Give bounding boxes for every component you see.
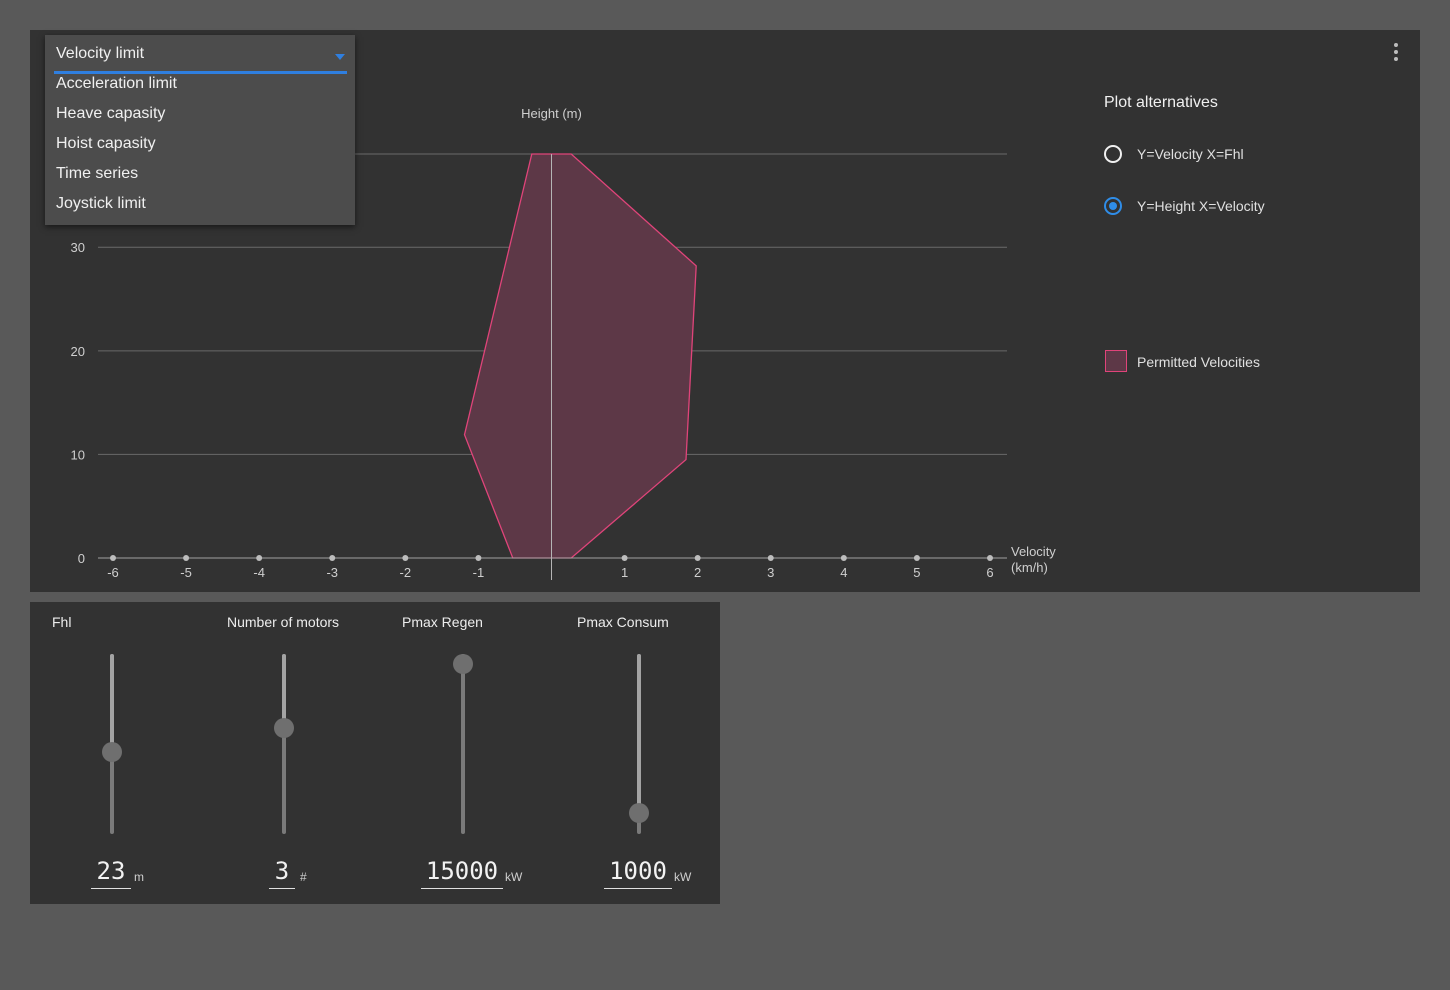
x-tick-label: 1 xyxy=(621,565,628,580)
radio-height-velocity[interactable]: Y=Height X=Velocity xyxy=(1104,196,1404,220)
x-tick-marker xyxy=(475,555,482,561)
x-tick-marker xyxy=(913,555,920,561)
x-tick-label: 3 xyxy=(767,565,774,580)
radio-label: Y=Velocity X=Fhl xyxy=(1137,146,1244,162)
radio-label: Y=Height X=Velocity xyxy=(1137,198,1265,214)
param-unit: # xyxy=(300,870,307,884)
regen-slider-thumb[interactable] xyxy=(453,654,473,674)
consum-slider-thumb[interactable] xyxy=(629,802,649,823)
param-title: Pmax Consum xyxy=(577,614,669,630)
x-tick-marker xyxy=(987,555,993,561)
x-tick-marker xyxy=(694,555,701,561)
param-unit: m xyxy=(134,870,144,884)
x-tick-marker xyxy=(621,555,628,561)
plot-alternatives-title: Plot alternatives xyxy=(1104,94,1218,111)
legend-swatch xyxy=(1105,350,1127,372)
x-tick-label: -4 xyxy=(253,565,265,580)
parameter-panel: Fhl 23 m Number of motors 3 # Pmax Regen… xyxy=(30,602,720,904)
param-pmax-consum: Pmax Consum 1000 kW xyxy=(555,602,725,904)
more-vert-icon[interactable] xyxy=(1386,40,1406,64)
radio-button-icon[interactable] xyxy=(1104,197,1122,215)
x-tick-marker xyxy=(256,555,263,561)
arrow-drop-down-icon[interactable] xyxy=(335,54,345,60)
x-tick-label: -6 xyxy=(107,565,119,580)
x-tick-label: -3 xyxy=(326,565,338,580)
regen-slider-track[interactable] xyxy=(461,654,465,834)
slider-fill xyxy=(637,654,641,813)
x-tick-label: 5 xyxy=(913,565,920,580)
slider-fill xyxy=(282,654,286,728)
x-tick-label: 6 xyxy=(986,565,993,580)
x-tick-label: 2 xyxy=(694,565,701,580)
x-tick-label: 4 xyxy=(840,565,847,580)
fhl-value-input[interactable]: 23 xyxy=(91,854,131,889)
dropdown-selected-label: Velocity limit xyxy=(56,45,145,62)
radio-button-icon[interactable] xyxy=(1104,145,1122,163)
x-tick-marker xyxy=(110,555,116,561)
dropdown-options: Acceleration limit Heave capasity Hoist … xyxy=(45,69,355,219)
param-fhl: Fhl 23 m xyxy=(30,602,200,904)
x-tick-marker xyxy=(767,555,774,561)
permitted-velocities-area xyxy=(463,153,697,559)
param-number-of-motors: Number of motors 3 # xyxy=(205,602,375,904)
param-unit: kW xyxy=(674,870,692,884)
dropdown-option-joystick-limit[interactable]: Joystick limit xyxy=(45,189,355,219)
x-tick-label: -2 xyxy=(400,565,412,580)
x-tick-marker xyxy=(183,555,190,561)
x-tick-label: -1 xyxy=(473,565,485,580)
x-tick-marker xyxy=(840,555,847,561)
param-title: Pmax Regen xyxy=(402,614,483,630)
motors-value-input[interactable]: 3 xyxy=(269,854,295,889)
slider-fill xyxy=(110,654,114,752)
param-title: Fhl xyxy=(52,614,72,630)
plot-type-dropdown[interactable]: Velocity limit Acceleration limit Heave … xyxy=(45,35,355,225)
motors-slider-track[interactable] xyxy=(282,654,286,834)
dropdown-option-acceleration-limit[interactable]: Acceleration limit xyxy=(45,69,355,99)
param-title: Number of motors xyxy=(227,614,340,630)
fhl-slider-thumb[interactable] xyxy=(102,742,122,762)
motors-slider-thumb[interactable] xyxy=(274,718,294,738)
y-axis-label: Height (m) xyxy=(521,106,582,121)
consum-value-input[interactable]: 1000 xyxy=(604,854,672,889)
x-tick-marker xyxy=(329,555,336,561)
param-pmax-regen: Pmax Regen 15000 kW xyxy=(380,602,550,904)
y-tick-label: 10 xyxy=(71,447,85,462)
x-axis-label: Velocity (km/h) xyxy=(1011,544,1056,575)
x-tick-label: -5 xyxy=(180,565,192,580)
y-tick-label: 0 xyxy=(78,551,85,566)
dropdown-option-heave-capasity[interactable]: Heave capasity xyxy=(45,99,355,129)
param-unit: kW xyxy=(505,870,523,884)
y-tick-label: 20 xyxy=(71,344,85,359)
radio-velocity-fhl[interactable]: Y=Velocity X=Fhl xyxy=(1104,144,1404,168)
regen-value-input[interactable]: 15000 xyxy=(421,854,503,889)
dropdown-option-time-series[interactable]: Time series xyxy=(45,159,355,189)
legend-label: Permitted Velocities xyxy=(1137,354,1260,370)
x-tick-marker xyxy=(402,555,409,561)
y-tick-label: 30 xyxy=(71,240,85,255)
dropdown-option-hoist-capasity[interactable]: Hoist capasity xyxy=(45,129,355,159)
